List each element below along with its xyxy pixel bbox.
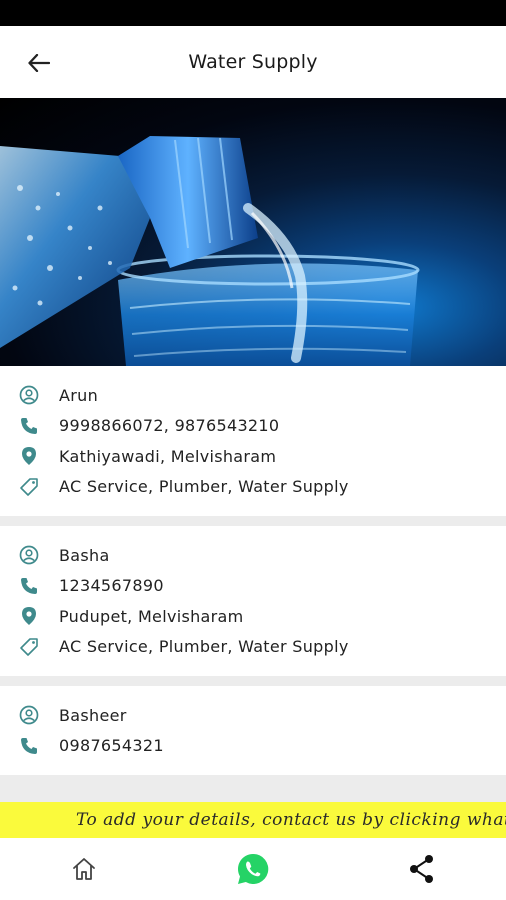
bottom-nav (0, 838, 506, 900)
phone-icon (18, 575, 40, 597)
phone-icon (18, 415, 40, 437)
page-title: Water Supply (188, 51, 318, 73)
contact-phone[interactable]: 1234567890 (59, 576, 164, 595)
contact-location-row: Pudupet, Melvisharam (0, 601, 506, 632)
contact-phone[interactable]: 0987654321 (59, 736, 164, 755)
contact-phone-row[interactable]: 1234567890 (0, 571, 506, 602)
home-button[interactable] (54, 844, 114, 894)
contact-location: Kathiyawadi, Melvisharam (59, 446, 277, 466)
contact-services-row: AC Service, Plumber, Water Supply (0, 632, 506, 663)
contact-services: AC Service, Plumber, Water Supply (59, 477, 349, 497)
share-button[interactable] (392, 844, 452, 894)
person-circle-icon (18, 544, 40, 566)
person-circle-icon (18, 384, 40, 406)
contact-name-row: Basheer (0, 700, 506, 731)
share-icon (409, 855, 433, 883)
contact-location-row: Kathiyawadi, Melvisharam (0, 441, 506, 472)
contact-card[interactable]: Basheer 0987654321 (0, 686, 506, 775)
whatsapp-button[interactable] (223, 844, 283, 894)
whatsapp-icon (237, 853, 269, 884)
phone-icon (18, 735, 40, 757)
contact-card[interactable]: Arun 9998866072, 9876543210 Kathiyawadi,… (0, 366, 506, 516)
contact-name: Basha (59, 545, 110, 565)
tag-icon (18, 636, 40, 658)
contact-name-row: Arun (0, 380, 506, 411)
contact-list[interactable]: Arun 9998866072, 9876543210 Kathiyawadi,… (0, 366, 506, 802)
contact-services-row: AC Service, Plumber, Water Supply (0, 472, 506, 503)
location-pin-icon (18, 605, 40, 627)
app-bar: Water Supply (0, 26, 506, 98)
contact-card[interactable]: Basha 1234567890 Pudupet, Melvisharam AC… (0, 526, 506, 676)
water-bottle-pouring-image (0, 136, 420, 366)
location-pin-icon (18, 445, 40, 467)
contact-name: Basheer (59, 705, 127, 725)
contact-name: Arun (59, 385, 99, 405)
contact-location: Pudupet, Melvisharam (59, 606, 244, 626)
contact-phone-row[interactable]: 0987654321 (0, 731, 506, 762)
contact-phone[interactable]: 9998866072, 9876543210 (59, 416, 279, 435)
back-button[interactable] (22, 48, 56, 78)
arrow-left-icon (28, 54, 50, 72)
contact-name-row: Basha (0, 540, 506, 571)
person-circle-icon (18, 704, 40, 726)
contact-services: AC Service, Plumber, Water Supply (59, 637, 349, 657)
info-ticker[interactable]: To add your details, contact us by click… (0, 802, 506, 838)
ticker-text: To add your details, contact us by click… (76, 810, 506, 830)
status-bar (0, 0, 506, 26)
home-icon (73, 858, 96, 880)
tag-icon (18, 476, 40, 498)
hero-image (0, 98, 506, 366)
contact-phone-row[interactable]: 9998866072, 9876543210 (0, 411, 506, 442)
